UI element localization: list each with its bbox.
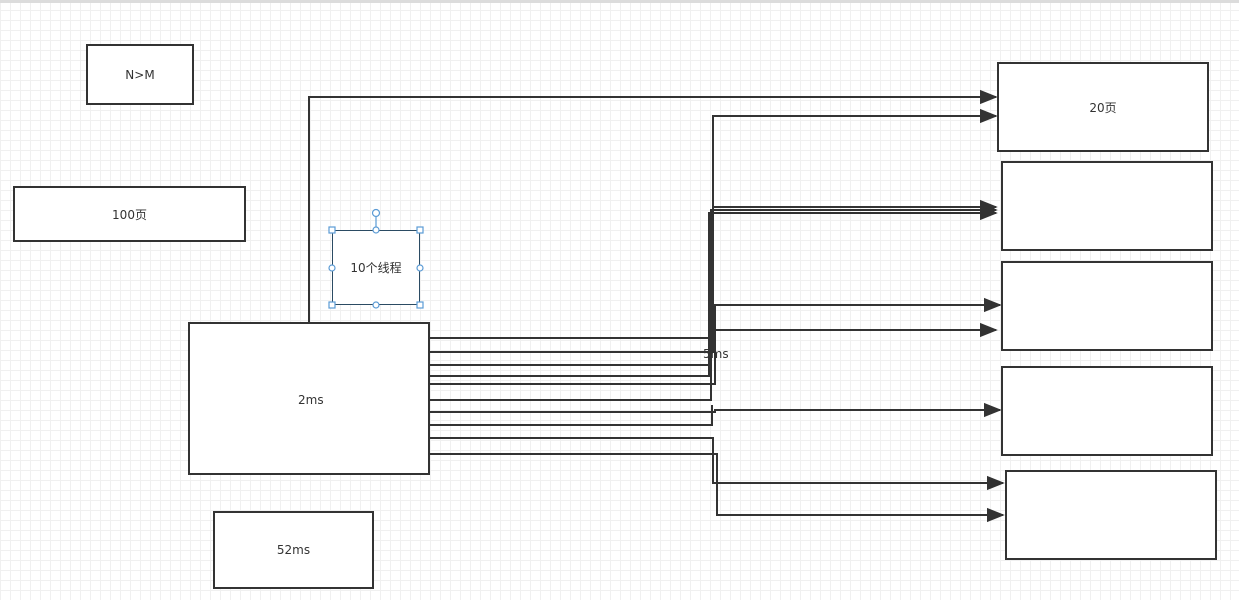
label-2ms: 2ms <box>298 393 324 407</box>
box-52ms[interactable]: 52ms <box>213 511 374 589</box>
box-20-pages-label: 20页 <box>1089 100 1117 115</box>
connector-7[interactable] <box>430 402 1002 418</box>
box-10-threads[interactable]: 10个线程 <box>332 230 420 305</box>
connector-8[interactable] <box>430 405 713 426</box>
rotate-handle[interactable] <box>371 208 381 218</box>
connector-10[interactable] <box>430 453 1005 523</box>
box-10-threads-label: 10个线程 <box>350 261 402 275</box>
box-100-pages[interactable]: 100页 <box>13 186 246 242</box>
target-box-5[interactable] <box>1005 470 1217 560</box>
target-box-3[interactable] <box>1001 261 1213 351</box>
box-20-pages[interactable]: 20页 <box>997 62 1209 152</box>
target-box-2[interactable] <box>1001 161 1213 251</box>
target-box-4[interactable] <box>1001 366 1213 456</box>
connector-5[interactable] <box>430 297 1002 385</box>
box-n-gt-m-label: N>M <box>125 67 155 82</box>
box-100-pages-label: 100页 <box>112 207 147 222</box>
box-52ms-label: 52ms <box>276 543 311 557</box>
label-5ms: 5ms <box>703 347 729 361</box>
box-n-gt-m[interactable]: N>M <box>86 44 194 105</box>
